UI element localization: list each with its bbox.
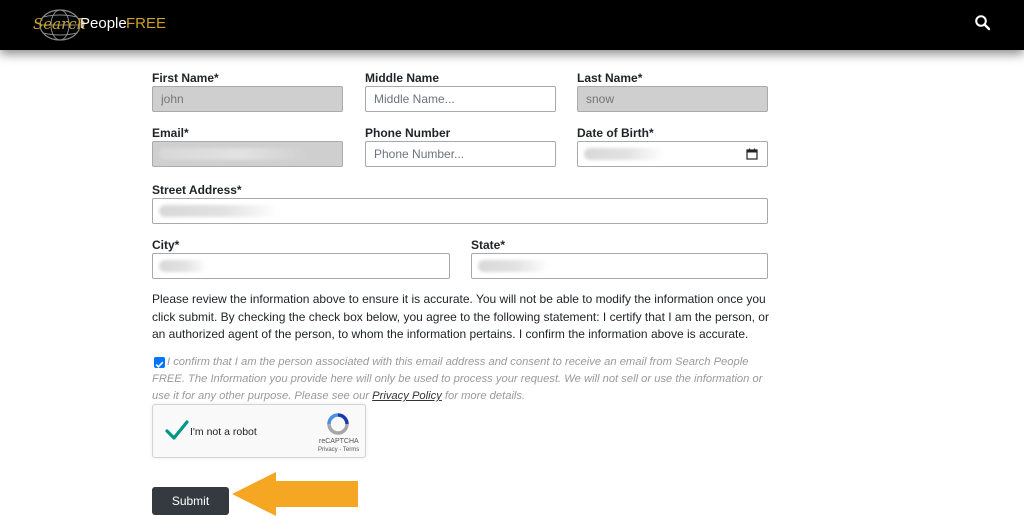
calendar-icon[interactable] [746,148,758,160]
recaptcha-logo-icon [327,413,349,435]
redacted-value [159,148,309,160]
consent-checkbox[interactable] [154,357,165,368]
last-name-input[interactable] [577,86,768,112]
site-logo[interactable]: Search People FREE [30,8,200,42]
recaptcha-terms-link[interactable]: Privacy - Terms [318,447,359,453]
search-icon[interactable] [974,14,992,32]
recaptcha-checkmark-icon[interactable] [165,419,189,441]
dob-input[interactable] [577,141,768,167]
redacted-value [159,205,279,217]
state-label: State* [471,238,506,252]
logo-text-free: FREE [126,15,167,32]
phone-number-input[interactable] [365,141,556,167]
state-select[interactable] [471,253,768,279]
privacy-policy-link[interactable]: Privacy Policy [372,390,442,402]
accuracy-notice: Please review the information above to e… [152,292,769,341]
city-input[interactable] [152,253,450,279]
phone-number-label: Phone Number [365,126,451,140]
submit-button[interactable]: Submit [152,487,229,515]
redacted-value [478,260,548,272]
last-name-label: Last Name* [577,71,643,85]
email-label: Email* [152,126,189,140]
consent-text-after: for more details. [441,390,526,402]
redacted-value [159,260,207,272]
top-navbar: Search People FREE [0,0,1024,50]
dob-label: Date of Birth* [577,126,654,140]
recaptcha-widget: I'm not a robot reCAPTCHA Privacy - Term… [152,404,366,458]
middle-name-label: Middle Name [365,71,440,85]
street-address-input[interactable] [152,198,768,224]
email-input[interactable] [152,141,343,167]
logo-text-search: Search [33,15,87,33]
first-name-input[interactable] [152,86,343,112]
city-label: City* [152,238,180,252]
consent-text: I confirm that I am the person associate… [152,354,772,405]
arrow-annotation-icon [232,472,358,516]
redacted-value [584,148,664,160]
recaptcha-brand: reCAPTCHA [319,438,359,445]
checkmark-icon [155,361,164,368]
street-address-label: Street Address* [152,183,242,197]
logo-text-people: People [80,15,127,32]
middle-name-input[interactable] [365,86,556,112]
recaptcha-label: I'm not a robot [190,426,257,438]
first-name-label: First Name* [152,71,219,85]
